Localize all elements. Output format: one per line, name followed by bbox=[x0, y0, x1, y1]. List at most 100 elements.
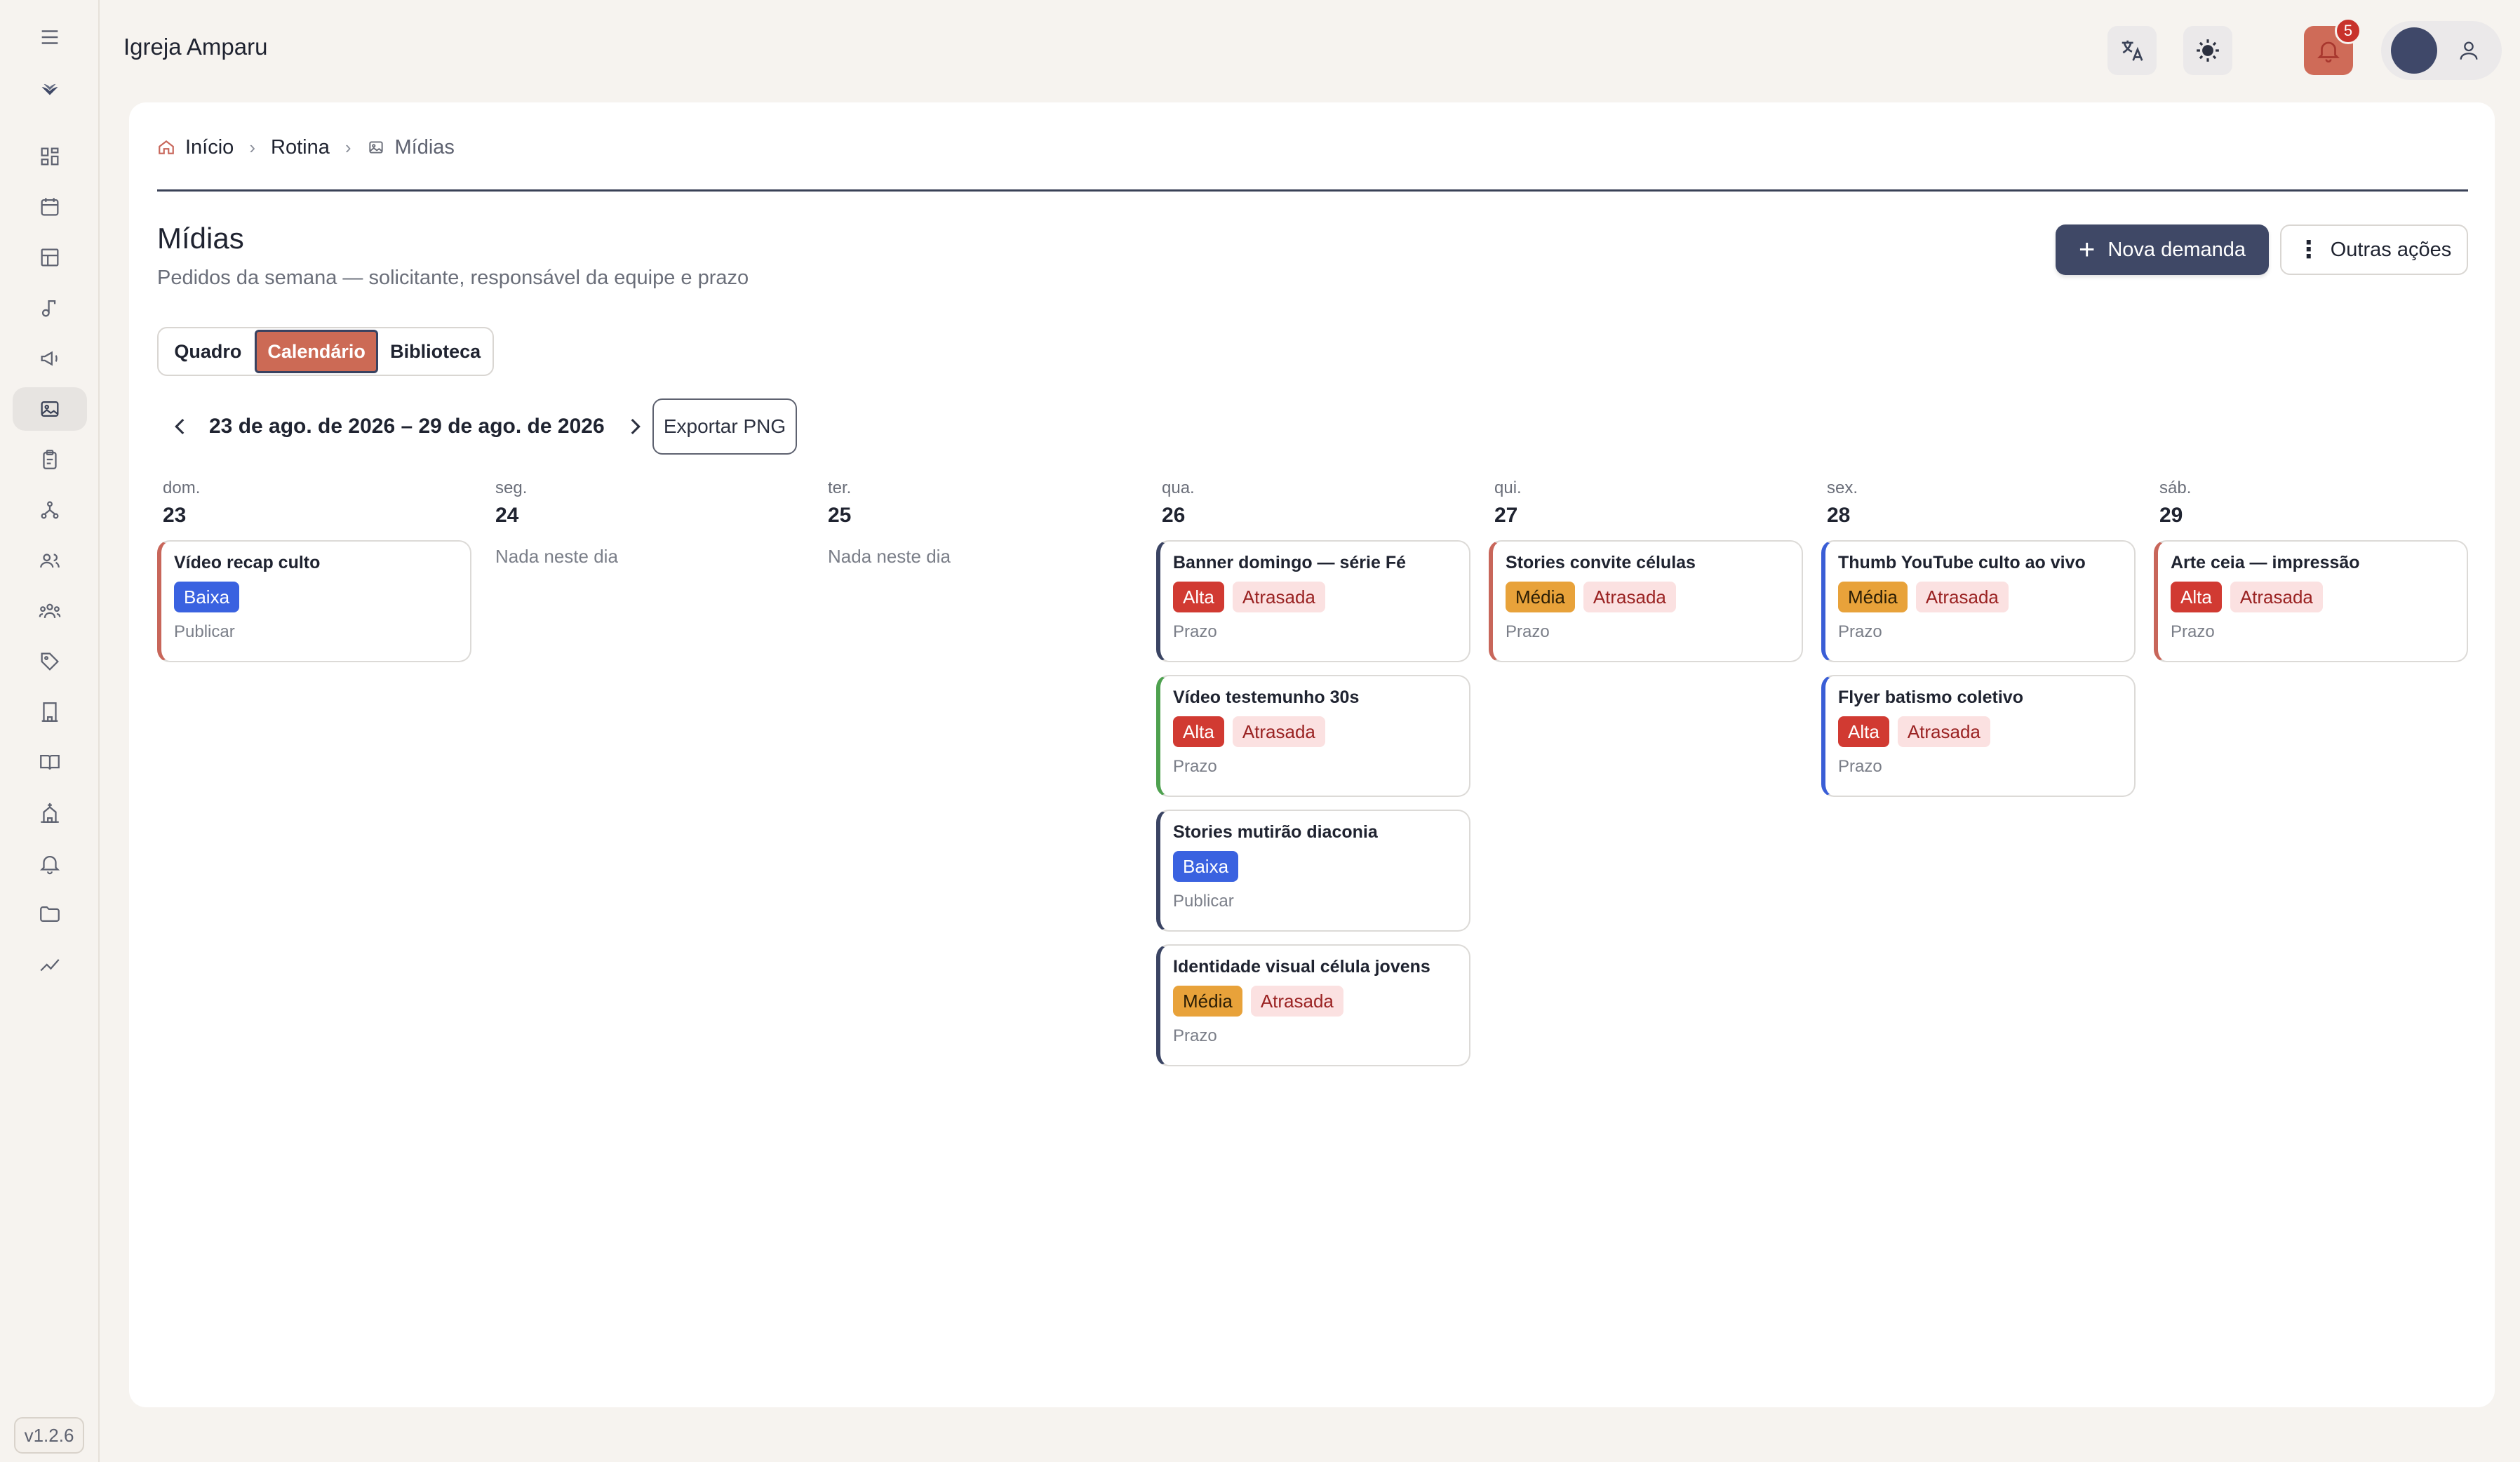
day-column: dom. 23 Vídeo recap culto Baixa Publicar bbox=[157, 478, 471, 675]
priority-badge: Média bbox=[1506, 582, 1575, 612]
translate-button[interactable] bbox=[2107, 26, 2157, 75]
day-name: seg. bbox=[495, 478, 528, 497]
export-png-button[interactable]: Exportar PNG bbox=[652, 398, 797, 455]
week-range-label: 23 de ago. de 2026 – 29 de ago. de 2026 bbox=[209, 415, 605, 438]
task-footer: Prazo bbox=[1506, 622, 1550, 641]
task-card[interactable]: Vídeo recap culto Baixa Publicar bbox=[157, 540, 471, 662]
task-card[interactable]: Banner domingo — série Fé Alta Atrasada Pra… bbox=[1156, 540, 1470, 662]
music-icon[interactable] bbox=[13, 286, 87, 330]
more-vertical-icon: ⋮ bbox=[2296, 236, 2321, 263]
day-column: ter. 25 Nada neste dia bbox=[822, 478, 1137, 568]
empty-day-label: Nada neste dia bbox=[828, 546, 951, 567]
tab-library[interactable]: Biblioteca bbox=[378, 330, 492, 373]
new-demand-button[interactable]: + Nova demanda bbox=[2056, 224, 2269, 275]
image-icon bbox=[368, 141, 383, 154]
priority-badge: Média bbox=[1173, 986, 1242, 1017]
task-title: Thumb YouTube culto ao vivo bbox=[1838, 553, 2086, 572]
tab-calendar[interactable]: Calendário bbox=[254, 330, 379, 373]
priority-badge: Alta bbox=[1838, 716, 1889, 747]
page-title: Mídias bbox=[157, 222, 244, 255]
task-card[interactable]: Identidade visual célula jovens Média Atra… bbox=[1156, 944, 1470, 1066]
day-number: 25 bbox=[828, 504, 852, 527]
more-actions-button[interactable]: ⋮ Outras ações bbox=[2280, 224, 2468, 275]
group-icon[interactable] bbox=[13, 589, 87, 633]
day-number: 27 bbox=[1494, 504, 1518, 527]
day-column: qui. 27 Stories convite células Média Atrasa… bbox=[1489, 478, 1803, 675]
task-title: Identidade visual célula jovens bbox=[1173, 957, 1430, 977]
day-number: 24 bbox=[495, 504, 519, 527]
empty-day-label: Nada neste dia bbox=[495, 546, 618, 567]
church-icon[interactable] bbox=[13, 791, 87, 835]
users-icon[interactable] bbox=[13, 539, 87, 582]
day-name: qui. bbox=[1494, 478, 1522, 497]
notifications-button[interactable]: 5 bbox=[2304, 18, 2361, 75]
day-column: sáb. 29 Arte ceia — impressão Alta Atrasada P… bbox=[2154, 478, 2468, 675]
priority-badge: Média bbox=[1838, 582, 1908, 612]
theme-button[interactable] bbox=[2183, 26, 2232, 75]
task-footer: Prazo bbox=[1173, 1026, 1217, 1045]
avatar bbox=[2391, 27, 2437, 74]
book-icon[interactable] bbox=[13, 741, 87, 784]
task-card[interactable]: Vídeo testemunho 30s Alta Atrasada Prazo bbox=[1156, 675, 1470, 797]
prev-week-icon[interactable] bbox=[168, 415, 192, 438]
breadcrumb: Início › Rotina › Mídias bbox=[157, 133, 455, 161]
late-badge: Atrasada bbox=[2230, 582, 2323, 612]
user-menu[interactable] bbox=[2381, 21, 2502, 80]
new-demand-label: Nova demanda bbox=[2107, 238, 2246, 261]
day-name: qua. bbox=[1162, 478, 1195, 497]
breadcrumb-home[interactable]: Início bbox=[157, 136, 234, 159]
bell-icon[interactable] bbox=[13, 842, 87, 885]
trend-icon[interactable] bbox=[13, 943, 87, 986]
late-badge: Atrasada bbox=[1583, 582, 1676, 612]
next-week-icon[interactable] bbox=[623, 415, 647, 438]
calendar-icon[interactable] bbox=[13, 185, 87, 229]
breadcrumb-routine[interactable]: Rotina bbox=[271, 136, 330, 159]
folder-icon[interactable] bbox=[13, 892, 87, 936]
day-name: ter. bbox=[828, 478, 852, 497]
day-number: 23 bbox=[163, 504, 187, 527]
breadcrumb-current-label: Mídias bbox=[394, 135, 455, 159]
task-footer: Prazo bbox=[1838, 622, 1882, 641]
view-tabs: Quadro Calendário Biblioteca bbox=[157, 327, 494, 376]
priority-badge: Alta bbox=[2171, 582, 2222, 612]
task-footer: Prazo bbox=[1173, 757, 1217, 776]
task-card[interactable]: Thumb YouTube culto ao vivo Média Atrasada… bbox=[1821, 540, 2136, 662]
task-title: Banner domingo — série Fé bbox=[1173, 553, 1407, 572]
menu-icon[interactable] bbox=[13, 15, 87, 59]
divider bbox=[157, 189, 2468, 192]
breadcrumb-routine-label: Rotina bbox=[271, 135, 330, 159]
plus-icon: + bbox=[2078, 234, 2096, 265]
week-navigator: 23 de ago. de 2026 – 29 de ago. de 2026 bbox=[168, 398, 647, 455]
dashboard-icon[interactable] bbox=[13, 135, 87, 178]
hierarchy-icon[interactable] bbox=[13, 488, 87, 532]
chevron-right-icon: › bbox=[344, 136, 351, 158]
chevron-right-icon: › bbox=[249, 136, 255, 158]
day-column: sex. 28 Thumb YouTube culto ao vivo Média At… bbox=[1821, 478, 2136, 810]
notification-count-badge: 5 bbox=[2335, 18, 2361, 44]
task-title: Arte ceia — impressão bbox=[2171, 553, 2360, 572]
tag-icon[interactable] bbox=[13, 640, 87, 683]
day-number: 29 bbox=[2159, 504, 2183, 527]
task-title: Vídeo testemunho 30s bbox=[1173, 688, 1360, 707]
building-icon[interactable] bbox=[13, 690, 87, 734]
late-badge: Atrasada bbox=[1232, 582, 1325, 612]
image-icon[interactable] bbox=[13, 387, 87, 431]
day-number: 28 bbox=[1827, 504, 1851, 527]
org-name: Igreja Amparu bbox=[123, 34, 268, 60]
task-card[interactable]: Stories mutirão diaconia Baixa Publicar bbox=[1156, 810, 1470, 932]
brightness-icon bbox=[2197, 39, 2219, 62]
late-badge: Atrasada bbox=[1897, 716, 1990, 747]
task-card[interactable]: Stories convite células Média Atrasada Praz… bbox=[1489, 540, 1803, 662]
task-footer: Publicar bbox=[1173, 892, 1234, 911]
day-name: sáb. bbox=[2159, 478, 2192, 497]
day-number: 26 bbox=[1162, 504, 1186, 527]
late-badge: Atrasada bbox=[1250, 986, 1343, 1017]
clipboard-icon[interactable] bbox=[13, 438, 87, 481]
task-card[interactable]: Arte ceia — impressão Alta Atrasada Prazo bbox=[2154, 540, 2468, 662]
task-title: Flyer batismo coletivo bbox=[1838, 688, 2023, 707]
tab-board[interactable]: Quadro bbox=[161, 330, 255, 373]
table-icon[interactable] bbox=[13, 236, 87, 279]
megaphone-icon[interactable] bbox=[13, 337, 87, 380]
task-card[interactable]: Flyer batismo coletivo Alta Atrasada Prazo bbox=[1821, 675, 2136, 797]
logo-icon[interactable] bbox=[13, 67, 87, 111]
